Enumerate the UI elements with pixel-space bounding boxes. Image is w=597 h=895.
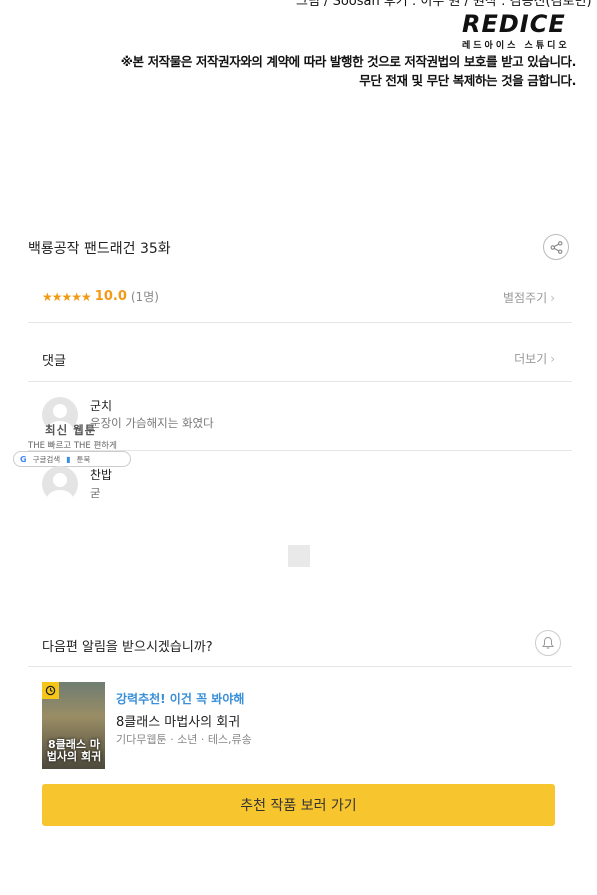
share-button[interactable] xyxy=(543,234,569,260)
rating-summary: ★★★★★ 10.0 (1명) xyxy=(42,288,159,305)
bell-icon xyxy=(542,636,554,649)
user-icon xyxy=(47,473,73,502)
avatar xyxy=(42,466,78,502)
divider xyxy=(28,322,572,323)
comment-author: 찬밥 xyxy=(90,468,113,482)
watermark-google: 구글검색 xyxy=(32,454,61,464)
site-watermark: 최신 웹툰 THE 빠르고 THE 편하게 G 구글검색 ▮ 툰북 xyxy=(13,422,133,467)
recommend-title[interactable]: 8클래스 마법사의 회귀 xyxy=(116,711,240,730)
comment-item xyxy=(42,466,78,502)
image-placeholder-icon xyxy=(288,545,310,567)
copyright-notice: ※본 저작물은 저작권자와의 계약에 따라 발행한 것으로 저작권법의 보호를 … xyxy=(120,52,577,90)
logo-subtitle: 레드아이스 스튜디오 xyxy=(462,41,570,51)
comment-text: 굳 xyxy=(90,486,101,500)
chevron-right-icon: › xyxy=(550,291,555,305)
episode-title: 백룡공작 팬드래건 35화 xyxy=(28,241,171,257)
thumbnail-title: 8클래스 마법사의 회귀 xyxy=(46,738,102,763)
logo-wordmark: REDICE xyxy=(462,10,566,38)
rate-button[interactable]: 별점주기 › xyxy=(503,289,555,306)
clock-badge-icon xyxy=(42,682,59,699)
book-icon: ▮ xyxy=(66,454,71,464)
watermark-brand: 툰북 xyxy=(76,454,91,464)
rate-button-label: 별점주기 xyxy=(503,291,548,305)
comment-author: 군치 xyxy=(90,399,113,413)
watermark-title: 최신 웹툰 xyxy=(45,423,97,437)
clock-icon xyxy=(45,685,56,696)
studio-logo: REDICE 레드아이스 스튜디오 xyxy=(462,12,576,51)
notify-toggle-button[interactable] xyxy=(535,630,561,656)
rating-score: 10.0 xyxy=(94,289,127,304)
notify-prompt: 다음편 알림을 받으시겠습니까? xyxy=(42,640,213,655)
star-rating-icon: ★★★★★ xyxy=(42,289,92,304)
recommend-tag: 강력추천! 이건 꼭 봐야해 xyxy=(116,692,245,706)
divider xyxy=(28,666,572,667)
share-icon xyxy=(550,240,562,254)
rating-count: (1명) xyxy=(130,290,159,304)
credit-text: 그림 / Soosan 후기 : 이수 원 / 원작 : 김용진(김로민) xyxy=(296,0,592,9)
recommend-meta: 기다무웹툰 · 소년 · 테스,류송 xyxy=(116,733,252,746)
more-label: 더보기 xyxy=(514,352,548,366)
divider xyxy=(28,381,572,382)
watermark-search-pill: G 구글검색 ▮ 툰북 xyxy=(13,451,131,467)
divider xyxy=(28,450,572,451)
recommend-thumbnail[interactable]: 8클래스 마법사의 회귀 xyxy=(42,682,105,769)
chevron-right-icon: › xyxy=(550,352,555,366)
comments-heading: 댓글 xyxy=(42,354,66,369)
comments-more-button[interactable]: 더보기 › xyxy=(514,350,555,367)
notice-line-1: ※본 저작물은 저작권자와의 계약에 따라 발행한 것으로 저작권법의 보호를 … xyxy=(120,54,577,69)
google-icon: G xyxy=(20,454,27,464)
notice-line-2: 무단 전재 및 무단 복제하는 것을 금합니다. xyxy=(359,73,576,88)
view-recommendations-button[interactable]: 추천 작품 보러 가기 xyxy=(42,784,555,826)
